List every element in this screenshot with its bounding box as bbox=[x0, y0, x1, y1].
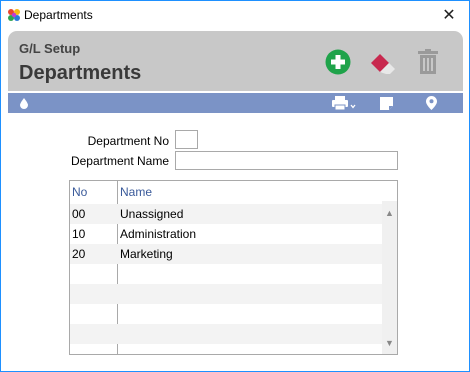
close-button[interactable]: ✕ bbox=[429, 1, 469, 29]
empty-row bbox=[70, 264, 382, 284]
column-header-name[interactable]: Name bbox=[120, 185, 152, 199]
location-pin-icon bbox=[425, 96, 437, 110]
window-title: Departments bbox=[24, 8, 93, 22]
cell-name: Marketing bbox=[120, 247, 173, 261]
note-icon bbox=[379, 96, 393, 110]
printer-icon bbox=[332, 96, 356, 111]
title-bar: Departments ✕ bbox=[1, 1, 469, 29]
eraser-icon bbox=[371, 54, 395, 74]
toolbar-strip bbox=[8, 93, 463, 113]
departments-window: Departments ✕ G/L Setup Departments Depa… bbox=[0, 0, 470, 372]
add-button[interactable] bbox=[324, 48, 352, 76]
app-logo-icon bbox=[8, 9, 20, 21]
empty-row bbox=[70, 344, 382, 354]
dept-no-field[interactable] bbox=[175, 130, 198, 149]
empty-row bbox=[70, 284, 382, 304]
vertical-scrollbar[interactable]: ▲ ▼ bbox=[382, 201, 397, 354]
drop-icon bbox=[20, 97, 28, 109]
close-icon: ✕ bbox=[442, 7, 456, 24]
print-button[interactable] bbox=[331, 95, 357, 111]
breadcrumb: G/L Setup bbox=[19, 41, 81, 56]
cell-name: Administration bbox=[120, 227, 197, 241]
table-row[interactable]: 20 Marketing bbox=[70, 244, 382, 264]
clear-button[interactable] bbox=[369, 48, 397, 76]
note-button[interactable] bbox=[378, 95, 394, 111]
cell-no: 10 bbox=[72, 227, 86, 241]
plus-circle-icon bbox=[325, 49, 351, 75]
cell-no: 20 bbox=[72, 247, 86, 261]
dept-name-label: Department Name bbox=[70, 154, 169, 168]
location-button[interactable] bbox=[424, 95, 438, 111]
dept-name-field[interactable] bbox=[175, 151, 398, 170]
scroll-up-arrow-icon[interactable]: ▲ bbox=[382, 206, 397, 220]
table-row[interactable]: 10 Administration bbox=[70, 224, 382, 244]
delete-button[interactable] bbox=[414, 48, 442, 76]
departments-table: No Name 00 Unassigned 10 Administration … bbox=[69, 180, 398, 355]
scroll-down-arrow-icon[interactable]: ▼ bbox=[382, 336, 397, 350]
column-header-no[interactable]: No bbox=[72, 185, 87, 199]
empty-row bbox=[70, 324, 382, 344]
page-title: Departments bbox=[19, 62, 142, 84]
empty-row bbox=[70, 304, 382, 324]
cell-name: Unassigned bbox=[120, 207, 184, 221]
table-row[interactable]: 00 Unassigned bbox=[70, 204, 382, 224]
page-header: G/L Setup Departments bbox=[8, 31, 463, 91]
cell-no: 00 bbox=[72, 207, 86, 221]
filter-button[interactable] bbox=[18, 95, 30, 111]
trash-icon bbox=[418, 49, 438, 74]
dept-no-label: Department No bbox=[87, 134, 169, 148]
